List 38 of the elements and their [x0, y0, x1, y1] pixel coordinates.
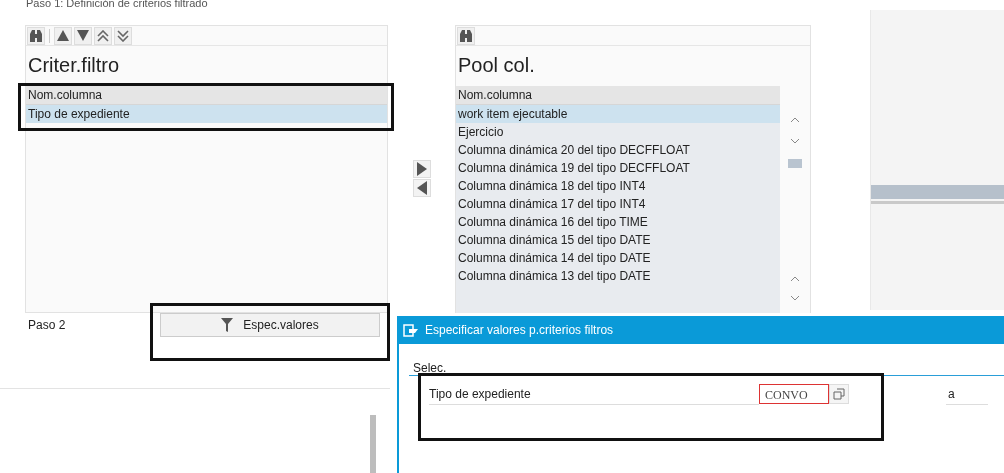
panel-title: Pool col. — [457, 53, 536, 78]
field-label: Tipo de expediente — [429, 383, 759, 405]
binoculars-icon — [459, 28, 473, 43]
column-header: Nom.columna — [26, 86, 387, 105]
move-bottom-button[interactable] — [114, 26, 132, 45]
remove-button[interactable] — [412, 179, 431, 197]
field-label: a — [946, 383, 988, 405]
step-label: Paso 2 — [28, 318, 67, 332]
specify-values-button[interactable]: Espec.valores — [160, 313, 380, 337]
scroll-up-icon[interactable] — [791, 276, 799, 281]
column-header: Nom.columna — [456, 86, 780, 105]
move-down-button[interactable] — [74, 26, 92, 45]
move-up-button[interactable] — [54, 26, 72, 45]
list-row[interactable]: Tipo de expediente — [26, 105, 387, 123]
double-down-chevron-icon — [117, 29, 129, 42]
list-row[interactable]: work item ejecutable — [456, 105, 780, 123]
tab[interactable]: Selec. — [413, 362, 447, 376]
right-triangle-icon — [416, 162, 427, 176]
move-top-button[interactable] — [94, 26, 112, 45]
scroll-thumb[interactable] — [788, 159, 802, 168]
window-icon — [403, 323, 419, 337]
scroll-down-icon[interactable] — [791, 139, 799, 144]
splitter-bar — [370, 415, 376, 473]
search-button[interactable] — [27, 26, 45, 45]
add-button[interactable] — [412, 160, 431, 178]
funnel-icon — [221, 318, 234, 332]
value-field[interactable]: CONVO — [759, 384, 829, 404]
down-triangle-icon — [77, 30, 89, 41]
scroll-up-icon[interactable] — [791, 117, 799, 122]
panel-title: Criter.filtro — [27, 53, 121, 78]
up-triangle-icon — [57, 30, 69, 41]
overlapping-squares-icon — [833, 388, 845, 400]
search-button[interactable] — [457, 26, 475, 45]
double-up-chevron-icon — [97, 29, 109, 42]
dialog-title: Especificar valores p.criterios filtros — [425, 323, 614, 337]
left-triangle-icon — [416, 181, 427, 195]
binoculars-icon — [29, 28, 43, 43]
scroll-down-icon[interactable] — [791, 296, 799, 301]
